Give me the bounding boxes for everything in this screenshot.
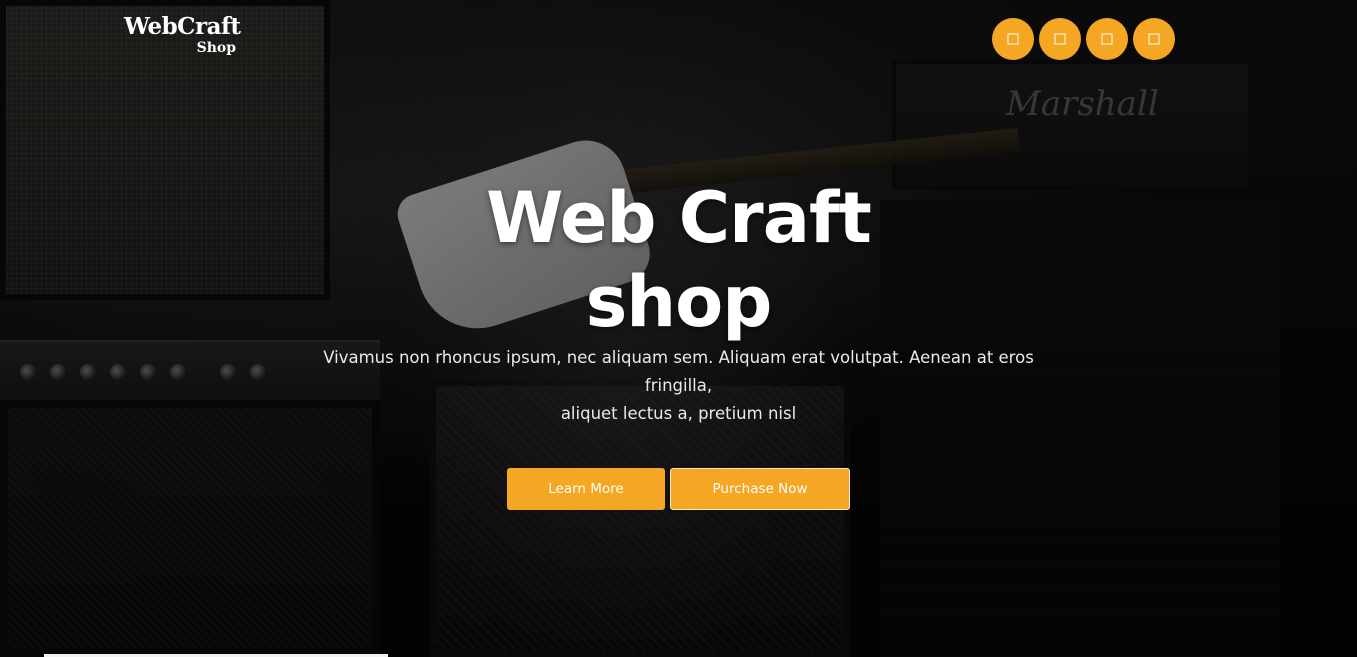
hero-title: Web Craft shop [379,176,979,344]
instagram-icon [1101,33,1113,45]
hero-description-line1: Vivamus non rhoncus ipsum, nec aliquam s… [323,348,1034,395]
twitter-icon [1054,33,1066,45]
hero-description: Vivamus non rhoncus ipsum, nec aliquam s… [289,344,1069,428]
hero-title-line1: Web Craft [486,177,872,259]
hero-description-line2: aliquet lectus a, pretium nisl [560,404,797,423]
hero-buttons: Learn More Purchase Now [0,468,1357,510]
hero-content: Web Craft shop Vivamus non rhoncus ipsum… [0,176,1357,510]
twitter-button[interactable] [1039,18,1081,60]
logo-sub-text: Shop [196,40,236,56]
facebook-icon [1007,33,1019,45]
social-links [992,18,1175,60]
linkedin-button[interactable] [1133,18,1175,60]
learn-more-button[interactable]: Learn More [507,468,665,510]
hero-title-line2: shop [585,261,773,343]
instagram-button[interactable] [1086,18,1128,60]
linkedin-icon [1148,33,1160,45]
site-logo[interactable]: WebCraft Shop [124,14,244,58]
purchase-now-button[interactable]: Purchase Now [670,468,850,510]
facebook-button[interactable] [992,18,1034,60]
hero-section: Marshall WebCraft Shop Web Craft shop Vi… [0,0,1357,657]
logo-main-text: WebCraft [124,13,241,40]
